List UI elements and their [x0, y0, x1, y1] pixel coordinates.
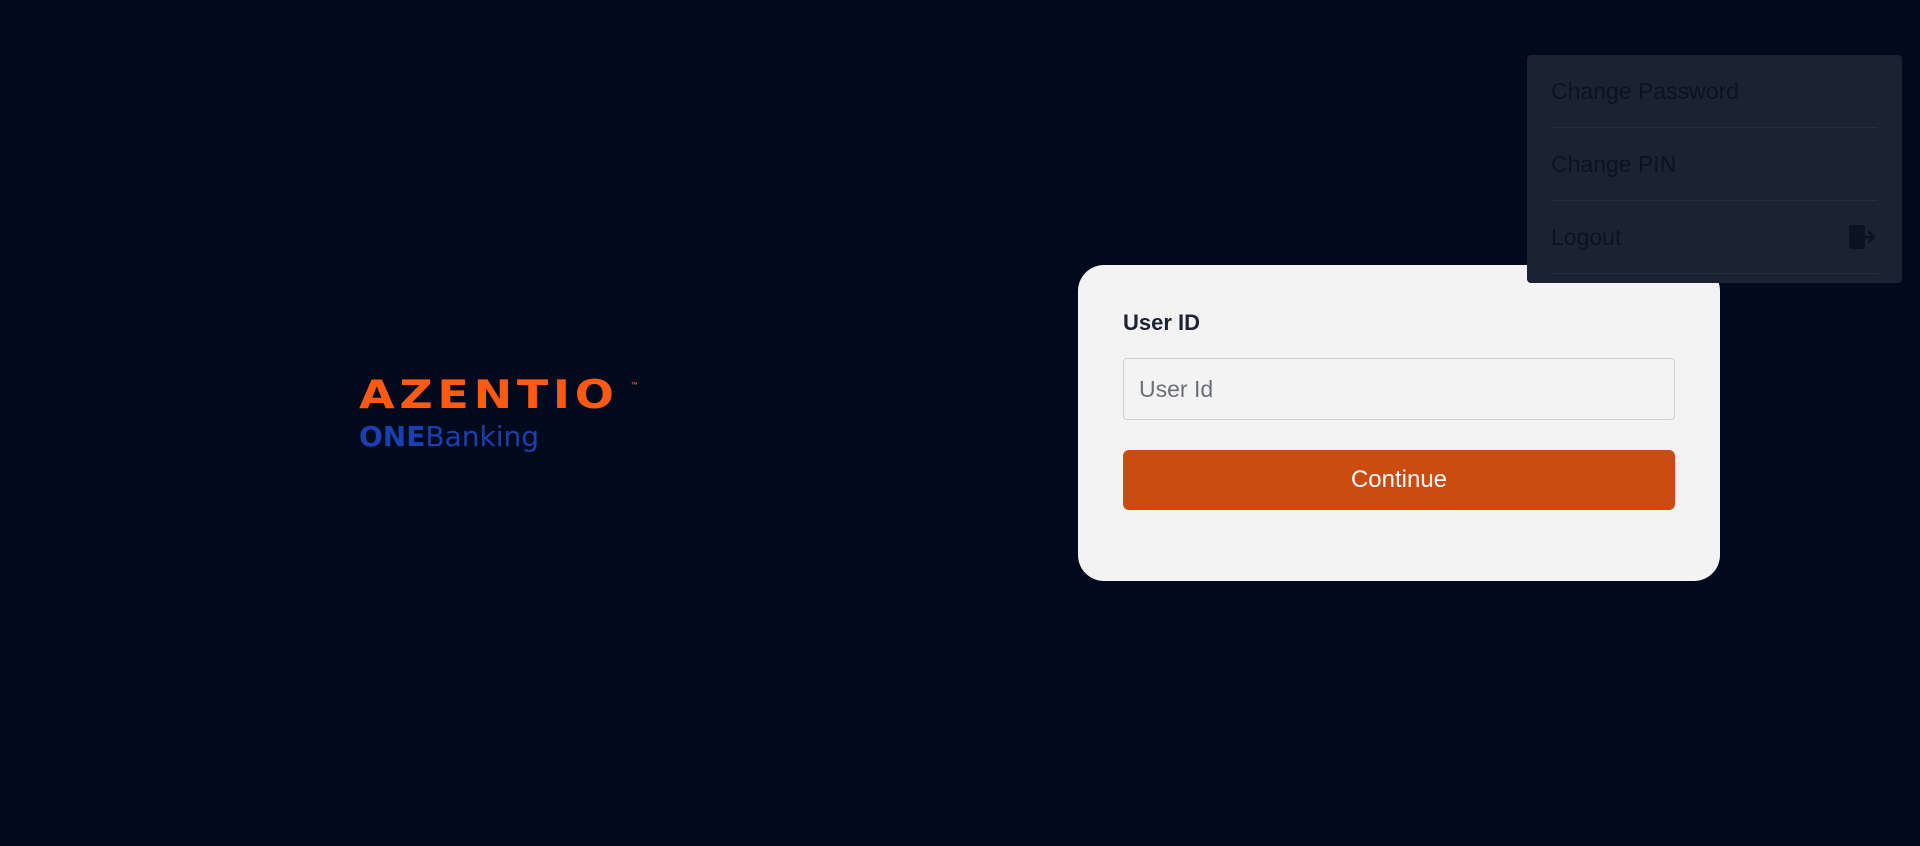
continue-button[interactable]: Continue [1123, 450, 1675, 510]
user-dropdown-menu: Change Password Change PIN Logout [1527, 55, 1902, 283]
logo-brand-text: AZENTIO [359, 373, 619, 418]
login-card: User ID Continue [1078, 265, 1720, 581]
login-page: AZENTIO ™ ONEBanking User ID Continue Ch… [0, 0, 1920, 846]
logo-subtitle: ONEBanking [359, 422, 638, 452]
logout-icon [1848, 224, 1878, 250]
menu-item-change-pin[interactable]: Change PIN [1551, 128, 1878, 201]
azentio-logo: AZENTIO ™ ONEBanking [359, 376, 638, 452]
menu-item-logout[interactable]: Logout [1551, 201, 1878, 274]
menu-item-label: Change Password [1551, 77, 1739, 104]
logo-main: AZENTIO ™ [359, 376, 638, 416]
logo-trademark: ™ [631, 382, 639, 389]
logo-sub-strong: ONE [359, 420, 426, 453]
menu-item-label: Logout [1551, 223, 1622, 250]
logo-sub-light: Banking [425, 420, 540, 453]
user-id-label: User ID [1123, 310, 1201, 335]
menu-item-change-password[interactable]: Change Password [1551, 55, 1878, 128]
user-id-input[interactable] [1123, 358, 1675, 420]
menu-item-label: Change PIN [1551, 150, 1677, 177]
